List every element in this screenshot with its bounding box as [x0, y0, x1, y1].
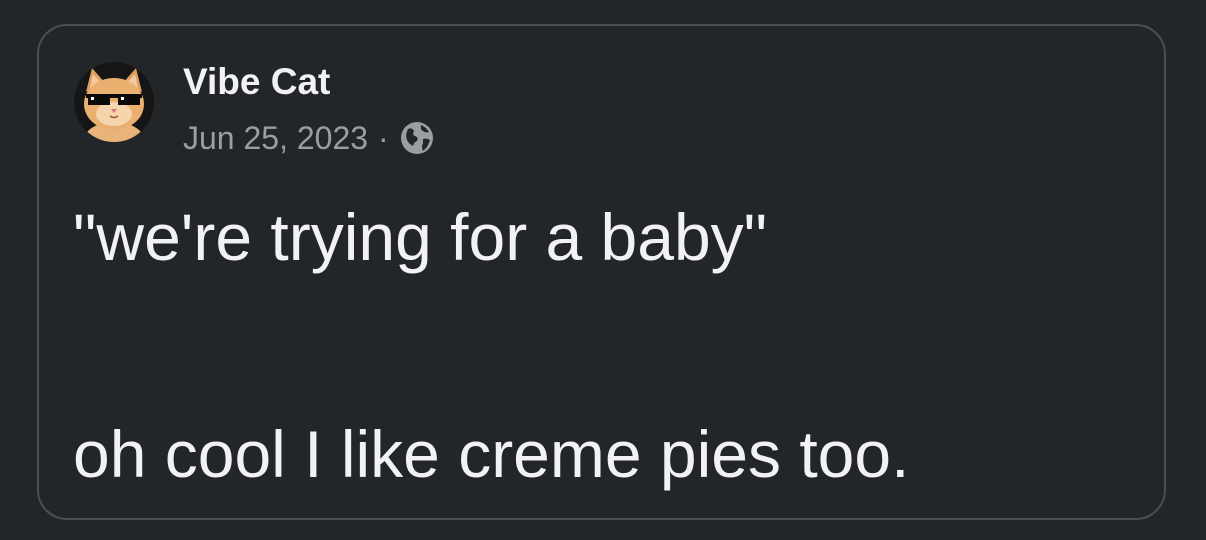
globe-icon: [400, 122, 433, 154]
post-text-line: oh cool I like creme pies too.: [73, 417, 910, 491]
post-text-line: "we're trying for a baby": [73, 200, 768, 274]
post-meta: Jun 25, 2023 ·: [183, 118, 435, 158]
author-name[interactable]: Vibe Cat: [183, 60, 330, 104]
post-card: Vibe Cat Jun 25, 2023 · "we're trying fo…: [37, 24, 1166, 520]
cat-avatar-icon: [74, 62, 154, 142]
post-date[interactable]: Jun 25, 2023: [183, 120, 368, 157]
meta-separator: ·: [378, 119, 389, 156]
avatar[interactable]: [74, 62, 154, 142]
